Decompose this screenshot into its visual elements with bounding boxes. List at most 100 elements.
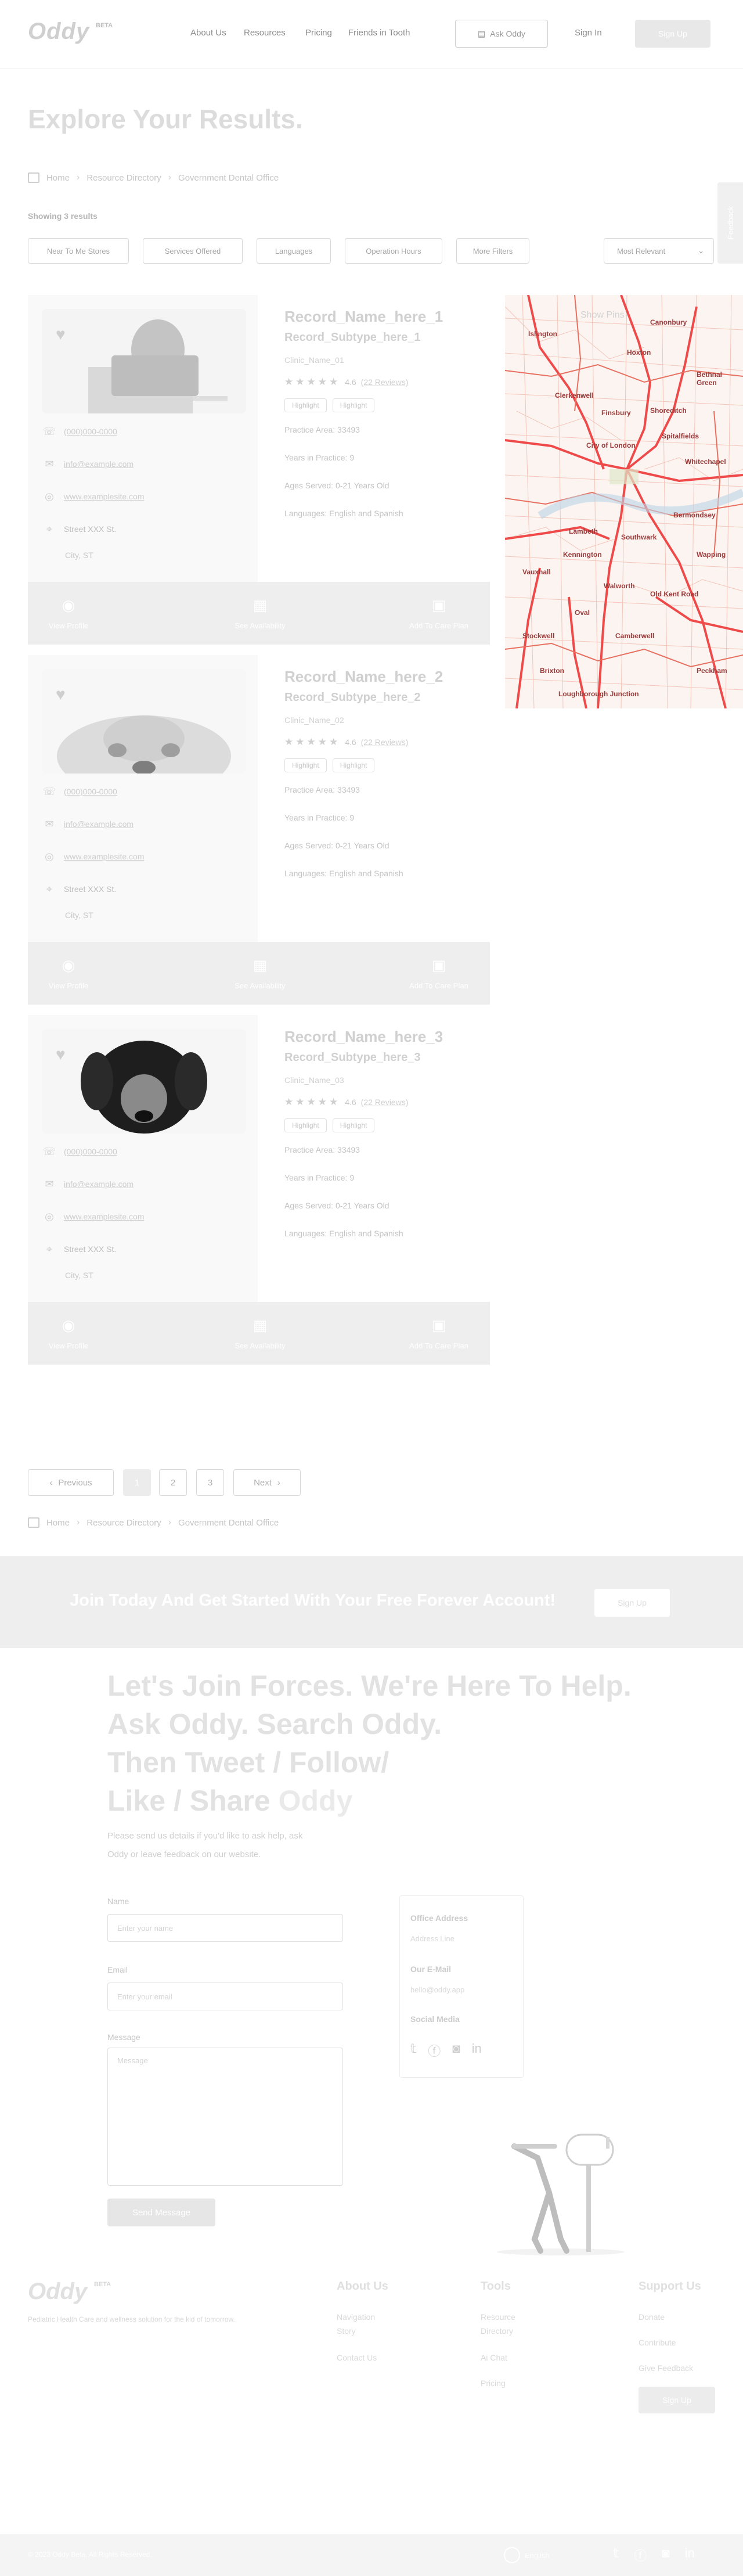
home-icon[interactable]: [28, 172, 39, 183]
home-icon[interactable]: [28, 1517, 39, 1528]
phone-link[interactable]: (000)000-0000: [64, 427, 117, 436]
footer-link[interactable]: Contribute: [639, 2338, 676, 2347]
instagram-icon[interactable]: ◙: [452, 2041, 460, 2060]
prev-label: Previous: [58, 1477, 92, 1488]
record-name[interactable]: Record_Name_here_3: [284, 1028, 443, 1046]
footer-link[interactable]: Directory: [481, 2326, 513, 2336]
see-availability-button[interactable]: ▦ See Availability: [202, 582, 318, 645]
nav-resources[interactable]: Resources: [244, 28, 286, 38]
reviews-link[interactable]: (22 Reviews): [361, 737, 409, 747]
sign-up-button[interactable]: Sign Up: [635, 20, 710, 48]
twitter-icon[interactable]: 𝕥: [410, 2041, 416, 2060]
instagram-icon[interactable]: ◙: [662, 2546, 669, 2564]
email-link[interactable]: info@example.com: [64, 1179, 134, 1189]
footer-link[interactable]: Contact Us: [337, 2353, 377, 2362]
footer-link[interactable]: Ai Chat: [481, 2353, 507, 2362]
practice-area: Practice Area: 33493: [284, 425, 360, 434]
ask-oddy-button[interactable]: ▤ Ask Oddy: [455, 20, 548, 48]
view-profile-button[interactable]: ◉ View Profile: [28, 942, 109, 1005]
breadcrumb-directory[interactable]: Resource Directory: [86, 1518, 161, 1528]
practice-area: Practice Area: 33493: [284, 785, 360, 794]
map-label: Brixton: [540, 667, 564, 675]
record-name[interactable]: Record_Name_here_1: [284, 308, 443, 326]
see-availability-button[interactable]: ▦ See Availability: [202, 942, 318, 1005]
website-row: ◎ www.examplesite.com: [43, 850, 145, 863]
page-3-button[interactable]: 3: [196, 1469, 224, 1496]
heart-icon[interactable]: ♥: [56, 325, 66, 344]
email-input[interactable]: Enter your email: [107, 1983, 343, 2010]
filter-operation-hours[interactable]: Operation Hours: [345, 238, 442, 264]
record-name[interactable]: Record_Name_here_2: [284, 668, 443, 686]
heart-icon[interactable]: ♥: [56, 685, 66, 704]
footer-link[interactable]: Give Feedback: [639, 2363, 693, 2373]
page-2-button[interactable]: 2: [159, 1469, 187, 1496]
chevron-right-icon: ›: [168, 1517, 172, 1527]
page-1-button[interactable]: 1: [123, 1469, 151, 1496]
banner-sign-up-button[interactable]: Sign Up: [594, 1589, 670, 1617]
facebook-icon[interactable]: ⓕ: [634, 2546, 647, 2564]
linkedin-icon[interactable]: in: [472, 2041, 482, 2060]
website-link[interactable]: www.examplesite.com: [64, 852, 145, 861]
linkedin-icon[interactable]: in: [685, 2546, 695, 2564]
footer-link[interactable]: Resource: [481, 2312, 515, 2322]
filter-more[interactable]: More Filters: [456, 238, 529, 264]
website-link[interactable]: www.examplesite.com: [64, 492, 145, 501]
nav-pricing[interactable]: Pricing: [305, 28, 332, 38]
footer-link[interactable]: Pricing: [481, 2379, 506, 2388]
prev-page-button[interactable]: ‹ Previous: [28, 1469, 114, 1496]
results-map[interactable]: Hoxton Clerkenwell Finsbury Shoreditch C…: [505, 295, 743, 708]
footer-link[interactable]: Navigation: [337, 2312, 375, 2322]
mail-value[interactable]: hello@oddy.app: [410, 1985, 464, 1994]
breadcrumb-directory[interactable]: Resource Directory: [86, 173, 161, 183]
breadcrumb-home[interactable]: Home: [46, 173, 70, 183]
next-page-button[interactable]: Next ›: [233, 1469, 301, 1496]
email-label: Email: [107, 1965, 128, 1974]
see-availability-button[interactable]: ▦ See Availability: [202, 1302, 318, 1365]
footer-about-heading: About Us: [337, 2280, 388, 2293]
name-input[interactable]: Enter your name: [107, 1914, 343, 1942]
language-selector[interactable]: English: [504, 2547, 550, 2563]
view-profile-button[interactable]: ◉ View Profile: [28, 582, 109, 645]
page-title: Explore Your Results.: [28, 104, 303, 134]
nav-about[interactable]: About Us: [190, 28, 226, 38]
rating: ★★★★★ 4.6 (22 Reviews): [284, 1096, 408, 1108]
send-message-button[interactable]: Send Message: [107, 2199, 215, 2226]
city: City, ST: [65, 911, 93, 920]
breadcrumb-home[interactable]: Home: [46, 1518, 70, 1528]
email-row: ✉ info@example.com: [43, 818, 134, 830]
phone-link[interactable]: (000)000-0000: [64, 1147, 117, 1156]
reviews-link[interactable]: (22 Reviews): [361, 1098, 409, 1107]
nav-friends-in-tooth[interactable]: Friends in Tooth: [348, 28, 410, 38]
heart-icon[interactable]: ♥: [56, 1045, 66, 1064]
add-to-care-plan-button[interactable]: ▣ Add To Care Plan: [388, 1302, 490, 1365]
add-to-care-plan-button[interactable]: ▣ Add To Care Plan: [388, 582, 490, 645]
reviews-link[interactable]: (22 Reviews): [361, 377, 409, 387]
facebook-icon[interactable]: ⓕ: [428, 2041, 441, 2060]
footer-link[interactable]: Story: [337, 2326, 356, 2336]
message-textarea[interactable]: Message: [107, 2048, 343, 2186]
add-to-care-plan-button[interactable]: ▣ Add To Care Plan: [388, 942, 490, 1005]
footer-sign-up-button[interactable]: Sign Up: [639, 2387, 715, 2413]
footer-link[interactable]: Donate: [639, 2312, 665, 2322]
twitter-icon[interactable]: 𝕥: [613, 2546, 619, 2564]
show-pins-toggle[interactable]: Show Pins: [580, 310, 625, 321]
sort-select[interactable]: Most Relevant ⌄: [604, 238, 714, 264]
view-profile-button[interactable]: ◉ View Profile: [28, 1302, 109, 1365]
email-link[interactable]: info@example.com: [64, 459, 134, 469]
help-heading-brand: Oddy: [278, 1785, 353, 1817]
filter-languages[interactable]: Languages: [257, 238, 331, 264]
add-to-care-plan-label: Add To Care Plan: [409, 1341, 468, 1350]
feedback-tab[interactable]: Feedback: [717, 182, 743, 264]
sign-in-link[interactable]: Sign In: [575, 28, 602, 38]
footer-logo[interactable]: Oddy: [28, 2279, 87, 2305]
user-circle-icon: ◉: [62, 956, 75, 974]
phone-link[interactable]: (000)000-0000: [64, 787, 117, 796]
logo[interactable]: Oddy: [28, 19, 89, 45]
map-label: Bermondsey: [673, 511, 716, 519]
filter-services-offered[interactable]: Services Offered: [143, 238, 243, 264]
website-link[interactable]: www.examplesite.com: [64, 1212, 145, 1221]
email-link[interactable]: info@example.com: [64, 819, 134, 829]
map-label: Spitalfields: [662, 432, 699, 440]
filter-near-to-me[interactable]: Near To Me Stores: [28, 238, 129, 264]
ages-served: Ages Served: 0-21 Years Old: [284, 1201, 389, 1210]
